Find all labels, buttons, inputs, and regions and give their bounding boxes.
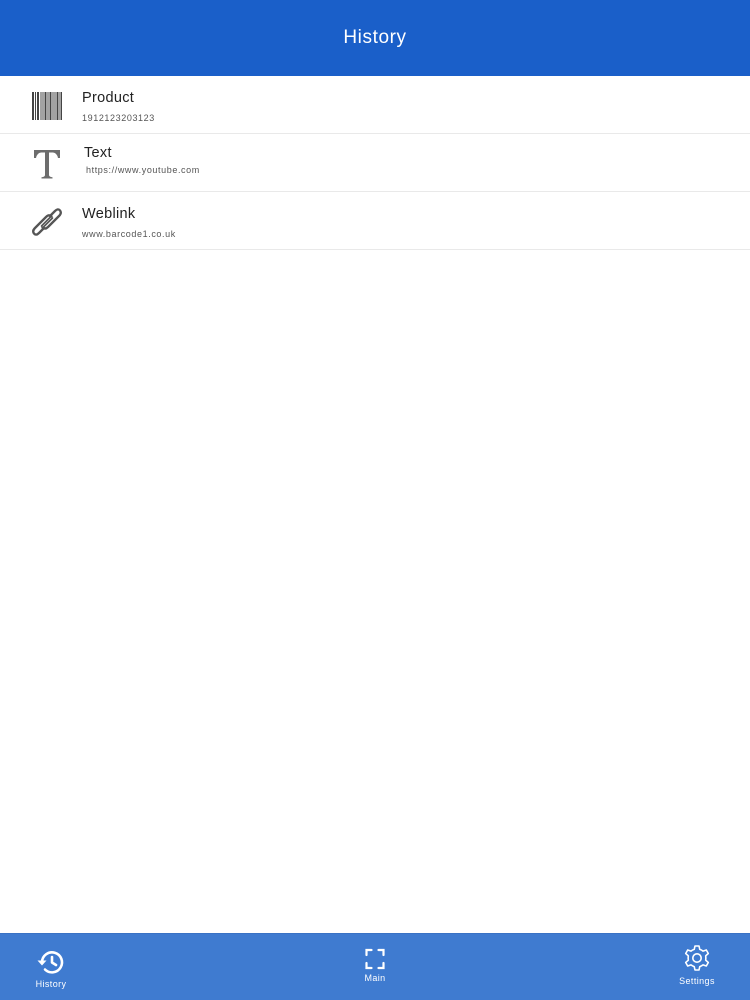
link-icon-graphic [32, 208, 62, 236]
barcode-icon [28, 87, 66, 125]
history-item-product[interactable]: Product 1912123203123 [0, 76, 750, 134]
history-item-value: www.barcode1.co.uk [82, 229, 176, 239]
history-item-title: Text [84, 145, 112, 161]
history-item-weblink[interactable]: Weblink www.barcode1.co.uk [0, 192, 750, 250]
page-title: History [343, 27, 407, 48]
barcode-icon-graphic [32, 92, 62, 120]
scan-frame-icon [365, 948, 385, 970]
gear-icon [683, 944, 711, 972]
history-item-title: Weblink [82, 206, 136, 222]
text-type-icon-graphic [34, 150, 60, 179]
tab-history-label: History [35, 979, 67, 989]
text-type-icon [28, 145, 66, 183]
tab-history[interactable]: History [30, 934, 72, 1000]
history-item-text[interactable]: Text https://www.youtube.com [0, 134, 750, 192]
history-item-title: Product [82, 90, 135, 106]
tab-settings-label: Settings [679, 976, 715, 986]
link-icon [28, 203, 66, 241]
bottom-tab-bar: History Main Settings [0, 933, 750, 1000]
history-clock-icon [36, 949, 66, 975]
app-screen: History Product 1912123203123 Text https… [0, 0, 750, 1000]
history-item-value: https://www.youtube.com [86, 165, 200, 175]
tab-main[interactable]: Main [354, 934, 396, 1000]
tab-main-label: Main [364, 973, 386, 983]
history-list: Product 1912123203123 Text https://www.y… [0, 76, 750, 250]
history-item-value: 1912123203123 [82, 113, 155, 123]
tab-settings[interactable]: Settings [676, 934, 718, 1000]
top-app-bar: History [0, 0, 750, 76]
